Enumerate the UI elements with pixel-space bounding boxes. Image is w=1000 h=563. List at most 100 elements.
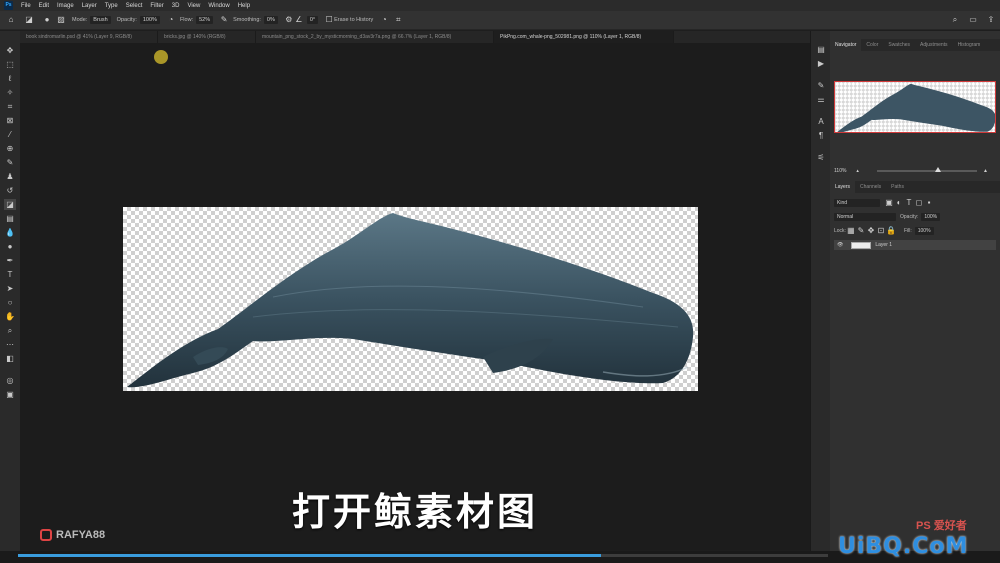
tab-swatches[interactable]: Swatches — [883, 39, 915, 51]
tab-histogram[interactable]: Histogram — [953, 39, 986, 51]
menu-select[interactable]: Select — [122, 3, 147, 9]
play-actions-icon[interactable]: ▶ — [815, 59, 827, 69]
menu-view[interactable]: View — [183, 3, 204, 9]
history-brush-tool-icon[interactable]: ↺ — [4, 185, 16, 196]
crop-tool-icon[interactable]: ⌗ — [4, 101, 16, 112]
navigator-preview[interactable] — [834, 81, 996, 133]
frame-tool-icon[interactable]: ⊠ — [4, 115, 16, 126]
color-swatch-icon[interactable]: ◧ — [4, 353, 16, 364]
hand-tool-icon[interactable]: ✋ — [4, 311, 16, 322]
shape-filter-icon[interactable]: ◻ — [914, 198, 924, 208]
pixel-filter-icon[interactable]: ▣ — [884, 198, 894, 208]
zoom-slider-handle[interactable] — [934, 167, 941, 172]
zoom-out-icon[interactable]: ▴ — [856, 168, 859, 174]
smoothing-options-gear-icon[interactable]: ⚙ — [284, 15, 294, 25]
tab-mountain[interactable]: mountain_png_stock_2_by_mysticmorning_d3… — [256, 31, 494, 43]
quick-mask-icon[interactable]: ◎ — [4, 375, 16, 386]
menu-layer[interactable]: Layer — [78, 3, 101, 9]
tab-bricks[interactable]: bricks.jpg @ 140% (RGB/8) — [158, 31, 256, 43]
eraser-tool-icon[interactable]: ◪ — [4, 199, 16, 210]
visibility-eye-icon[interactable]: 👁 — [837, 242, 843, 248]
lock-paint-icon[interactable]: ✎ — [856, 226, 866, 236]
tab-channels[interactable]: Channels — [855, 181, 886, 193]
opacity-input[interactable]: 100% — [139, 16, 160, 24]
airbrush-icon[interactable]: ✎ — [219, 15, 229, 25]
erase-history-checkbox[interactable]: ☐ — [324, 15, 334, 25]
dodge-tool-icon[interactable]: ● — [4, 241, 16, 252]
history-icon[interactable]: ▤ — [815, 45, 827, 55]
type-tool-icon[interactable]: T — [4, 269, 16, 280]
photoshop-logo-icon[interactable]: Ps — [4, 1, 13, 10]
workspace-icon[interactable]: ▭ — [968, 15, 978, 25]
menu-window[interactable]: Window — [204, 3, 233, 9]
path-select-tool-icon[interactable]: ➤ — [4, 283, 16, 294]
lock-move-icon[interactable]: ✥ — [866, 226, 876, 236]
gradient-tool-icon[interactable]: ▤ — [4, 213, 16, 224]
search-icon[interactable]: ⌕ — [950, 15, 960, 25]
lock-all-icon[interactable]: 🔒 — [886, 226, 896, 236]
type-filter-icon[interactable]: T — [904, 198, 914, 208]
pen-tool-icon[interactable]: ✒ — [4, 255, 16, 266]
tab-layers[interactable]: Layers — [830, 181, 856, 193]
zoom-slider[interactable] — [876, 167, 977, 172]
brush-settings-icon[interactable]: ▨ — [56, 15, 66, 25]
healing-tool-icon[interactable]: ⊕ — [4, 143, 16, 154]
pressure-size-icon[interactable]: ◔ — [379, 15, 389, 25]
lock-artboard-icon[interactable]: ⊡ — [876, 226, 886, 236]
move-tool-icon[interactable]: ✥ — [4, 45, 16, 56]
more-tools-icon[interactable]: ⋯ — [4, 339, 16, 350]
tab-color[interactable]: Color — [861, 39, 883, 51]
menu-3d[interactable]: 3D — [168, 3, 184, 9]
zoom-tool-icon[interactable]: ⌕ — [4, 325, 16, 336]
menu-filter[interactable]: Filter — [146, 3, 167, 9]
eyedropper-tool-icon[interactable]: ⁄ — [4, 129, 16, 140]
tab-book[interactable]: book sindromarlin.psd @ 41% (Layer 9, RG… — [20, 31, 158, 43]
brush-tool-icon[interactable]: ✎ — [4, 157, 16, 168]
tab-navigator[interactable]: Navigator — [830, 39, 862, 51]
pressure-opacity-icon[interactable]: ◔ — [166, 15, 176, 25]
lock-pixels-icon[interactable]: ▦ — [846, 226, 856, 236]
home-icon[interactable]: ⌂ — [6, 15, 16, 25]
brush-settings-icon[interactable]: ⚌ — [815, 95, 827, 105]
zoom-in-icon[interactable]: ▲ — [983, 168, 988, 174]
eraser-tool-icon[interactable]: ◪ — [24, 15, 34, 25]
layer-name[interactable]: Layer 1 — [875, 242, 892, 248]
document-canvas[interactable] — [123, 207, 698, 391]
canvas-area[interactable]: 打开鲸素材图 RAFYA88 — [20, 43, 810, 550]
shape-tool-icon[interactable]: ○ — [4, 297, 16, 308]
blend-mode-select[interactable]: Normal — [834, 213, 896, 221]
marquee-tool-icon[interactable]: ⬚ — [4, 59, 16, 70]
character-icon[interactable]: A — [815, 117, 827, 127]
screen-mode-icon[interactable]: ▣ — [4, 389, 16, 400]
smoothing-input[interactable]: 0% — [263, 16, 278, 24]
menu-image[interactable]: Image — [53, 3, 78, 9]
stamp-tool-icon[interactable]: ♟ — [4, 171, 16, 182]
fill-input[interactable]: 100% — [914, 227, 934, 235]
layer-kind-filter[interactable]: Kind — [834, 199, 880, 207]
symmetry-icon[interactable]: ⌗ — [393, 15, 403, 25]
tab-whale[interactable]: PikPng.com_whale-png_502981.png @ 110% (… — [494, 31, 674, 43]
lasso-tool-icon[interactable]: ℓ — [4, 73, 16, 84]
blur-tool-icon[interactable]: 💧 — [4, 227, 16, 238]
properties-icon[interactable]: ⚟ — [815, 153, 827, 163]
smart-object-filter-icon[interactable]: ▪ — [924, 198, 934, 208]
tab-adjustments[interactable]: Adjustments — [915, 39, 953, 51]
layer-row[interactable]: 👁 Layer 1 — [834, 240, 996, 250]
share-icon[interactable]: ⇪ — [986, 15, 996, 25]
progress-track[interactable] — [18, 554, 828, 557]
angle-input[interactable]: 0° — [306, 16, 319, 24]
menu-edit[interactable]: Edit — [35, 3, 53, 9]
zoom-value[interactable]: 110% — [834, 168, 846, 174]
tab-paths[interactable]: Paths — [886, 181, 909, 193]
brushes-icon[interactable]: ✎ — [815, 81, 827, 91]
brush-preset-icon[interactable]: ● — [42, 15, 52, 25]
layer-opacity-input[interactable]: 100% — [921, 213, 941, 221]
menu-file[interactable]: File — [17, 3, 35, 9]
adjustment-filter-icon[interactable]: ◐ — [894, 198, 904, 208]
quick-select-tool-icon[interactable]: ✧ — [4, 87, 16, 98]
menu-type[interactable]: Type — [101, 3, 122, 9]
paragraph-icon[interactable]: ¶ — [815, 131, 827, 141]
menu-help[interactable]: Help — [234, 3, 254, 9]
flow-input[interactable]: 52% — [196, 16, 214, 24]
mode-select[interactable]: Brush — [90, 16, 111, 24]
